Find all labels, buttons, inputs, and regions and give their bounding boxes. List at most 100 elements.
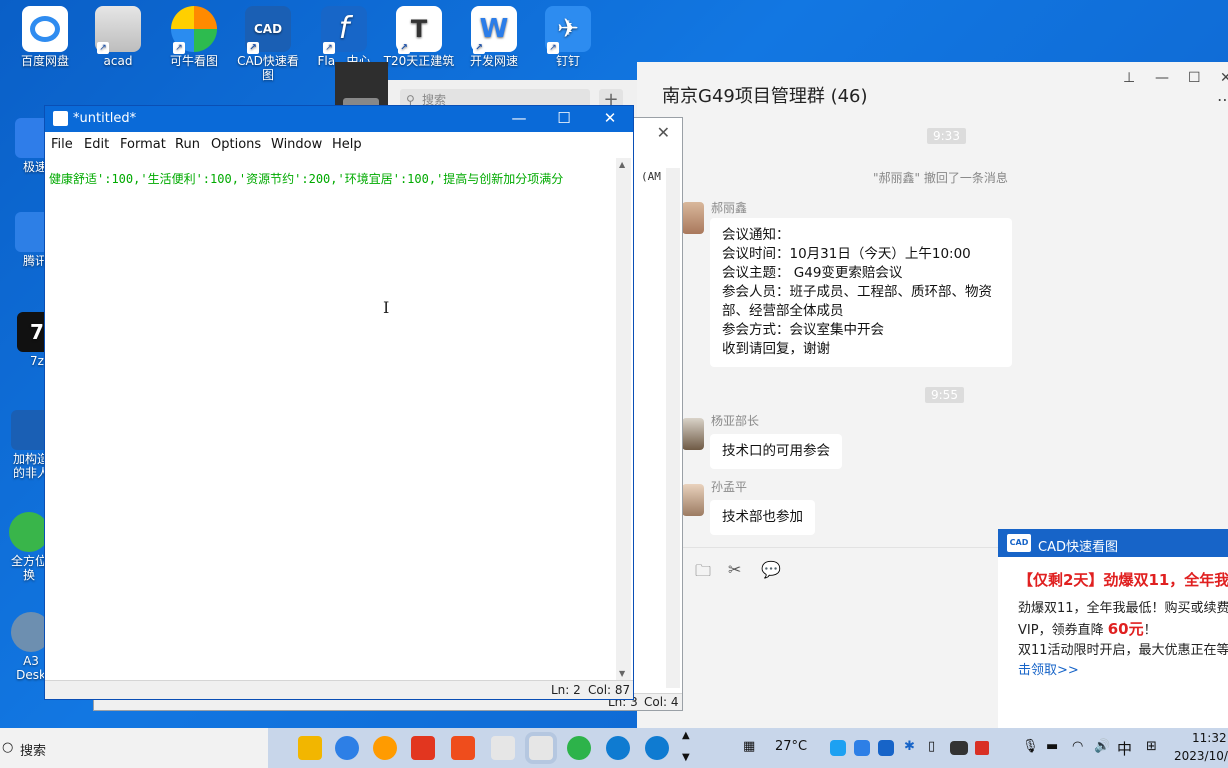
- edge-icon[interactable]: [606, 736, 630, 760]
- maximize-button[interactable]: ☐: [1188, 70, 1201, 86]
- menu-edit[interactable]: Edit: [84, 137, 109, 152]
- volume-icon[interactable]: 🔊: [1094, 739, 1110, 754]
- maximize-button[interactable]: ☐: [549, 109, 579, 127]
- weather-icon[interactable]: ▦: [743, 739, 755, 754]
- tray-app-icon[interactable]: [878, 740, 894, 756]
- scrollbar[interactable]: [666, 168, 680, 688]
- close-button[interactable]: ✕: [1220, 70, 1228, 86]
- usb-icon[interactable]: ▯: [928, 739, 935, 754]
- folder-icon[interactable]: 🗀: [695, 560, 711, 587]
- taskbar-search[interactable]: ○ 搜索: [0, 728, 268, 768]
- desktop-icon-acad[interactable]: ↗ acad: [82, 6, 154, 68]
- tray-app-icon[interactable]: [830, 740, 846, 756]
- taskbar-search-label: 搜索: [20, 744, 47, 759]
- close-icon[interactable]: ✕: [657, 123, 670, 142]
- scroll-up-icon[interactable]: ▲: [619, 160, 625, 169]
- pin-icon[interactable]: ⊥: [1123, 70, 1135, 86]
- code-editor[interactable]: 健康舒适':100,'生活便利':100,'资源节约':200,'环境宜居':1…: [45, 156, 617, 681]
- desktop-icon-word[interactable]: W ↗ 开发网速: [458, 6, 530, 68]
- desktop-icon-cad-viewer[interactable]: CAD ↗ CAD快速看 图: [232, 6, 304, 82]
- wifi-icon[interactable]: ◠: [1072, 739, 1083, 754]
- wps-icon[interactable]: [411, 736, 435, 760]
- record-icon[interactable]: [975, 741, 989, 755]
- code-text: (AM: [641, 170, 661, 183]
- message-bubble[interactable]: 技术部也参加: [710, 500, 815, 535]
- ime-indicator[interactable]: 中: [1117, 738, 1132, 759]
- search-icon: ○: [2, 740, 14, 755]
- clock-date[interactable]: 2023/10/: [1174, 749, 1228, 763]
- popup-line: VIP，领券直降 60元！: [1018, 619, 1228, 641]
- edge-icon[interactable]: [645, 736, 669, 760]
- t20-icon: T ↗: [396, 6, 442, 54]
- clock-time[interactable]: 11:32: [1192, 731, 1227, 745]
- popup-body: 劲爆双11，全年我最低！购买或续费 VIP，领券直降 60元！ 双11活动限时开…: [1018, 599, 1228, 681]
- file-explorer-icon[interactable]: [298, 736, 322, 760]
- popup-link[interactable]: 击领取>>: [1018, 661, 1228, 681]
- python-idle-icon[interactable]: [529, 736, 553, 760]
- message-line: 会议时间：10月31日（今天）上午10:00: [722, 246, 971, 262]
- minimize-button[interactable]: —: [1155, 70, 1169, 86]
- sogou-icon[interactable]: [451, 736, 475, 760]
- network-icon[interactable]: ▬: [1046, 739, 1058, 754]
- desktop-icon-dingtalk[interactable]: ✈ ↗ 钉钉: [532, 6, 604, 68]
- message-line: 收到请回复，谢谢: [722, 341, 830, 357]
- message-line: 参会人员：班子成员、工程部、质环部、物资: [722, 284, 992, 300]
- browser-icon[interactable]: [335, 736, 359, 760]
- weather-temp[interactable]: 27°C: [775, 739, 807, 754]
- pinwheel-icon: ↗: [171, 6, 217, 54]
- menu-help[interactable]: Help: [332, 137, 362, 152]
- avatar[interactable]: [682, 202, 704, 234]
- editor-window[interactable]: *untitled* — ☐ ✕ File Edit Format Run Op…: [44, 105, 634, 700]
- menu-run[interactable]: Run: [175, 137, 200, 152]
- dingtalk-icon: ✈ ↗: [545, 6, 591, 54]
- scroll-down-icon[interactable]: ▼: [619, 669, 625, 678]
- tray-cloud-icon[interactable]: [854, 740, 870, 756]
- desktop-icon-baidu-netdisk[interactable]: 百度网盘: [9, 6, 81, 68]
- timestamp: 9:55: [925, 387, 964, 403]
- minimize-button[interactable]: —: [504, 109, 534, 127]
- chat-title: 南京G49项目管理群 (46): [662, 86, 868, 107]
- microphone-icon[interactable]: 🎙: [1022, 739, 1039, 754]
- python-icon: [53, 111, 68, 126]
- search-tool-icon[interactable]: [373, 736, 397, 760]
- code-line: 健康舒适':100,'生活便利':100,'资源节约':200,'环境宜居':1…: [49, 172, 564, 186]
- cad-logo-icon: CAD: [1007, 534, 1031, 552]
- close-button[interactable]: ✕: [595, 109, 625, 127]
- ad-popup[interactable]: CAD CAD快速看图 【仅剩2天】劲爆双11，全年我 劲爆双11，全年我最低！…: [998, 529, 1228, 728]
- menu-options[interactable]: Options: [211, 137, 261, 152]
- desktop-icon-flash[interactable]: f ↗ Fla...中心: [308, 6, 380, 68]
- status-bar: Ln: 2 Col: 87: [45, 680, 633, 699]
- menu-format[interactable]: Format: [120, 137, 166, 152]
- scrollbar[interactable]: ▲ ▼: [616, 158, 631, 680]
- text-cursor-icon: I: [383, 298, 390, 317]
- popup-price: 60元: [1107, 620, 1144, 638]
- scroll-down-icon[interactable]: ▼: [682, 752, 690, 763]
- desktop-icon-t20[interactable]: T ↗ T20天正建筑: [383, 6, 455, 68]
- desktop-icon-keniu[interactable]: ↗ 可牛看图: [158, 6, 230, 68]
- popup-headline: 【仅剩2天】劲爆双11，全年我: [1018, 571, 1228, 589]
- message-bubble[interactable]: 技术口的可用参会: [710, 434, 842, 469]
- popup-text: VIP，领券直降: [1018, 623, 1108, 638]
- message-bubble[interactable]: 会议通知： 会议时间：10月31日（今天）上午10:00 会议主题： G49变更…: [710, 218, 1012, 367]
- word-icon: W ↗: [471, 6, 517, 54]
- file-icon: ↗: [95, 6, 141, 54]
- wechat-icon[interactable]: [567, 736, 591, 760]
- menu-window[interactable]: Window: [271, 137, 322, 152]
- bluetooth-icon[interactable]: ✱: [904, 739, 915, 754]
- message-line: 部、经营部全体成员: [722, 303, 844, 319]
- scroll-up-icon[interactable]: ▲: [682, 730, 690, 741]
- message-sender: 郝丽鑫: [711, 201, 748, 215]
- chat-bubble-icon[interactable]: 💬: [761, 560, 781, 579]
- desktop-icon-label: CAD快速看 图: [237, 54, 299, 82]
- avatar[interactable]: [682, 418, 704, 450]
- desktop-icon-label: 可牛看图: [169, 54, 218, 68]
- avatar[interactable]: [682, 484, 704, 516]
- keyboard-icon[interactable]: ⊞: [1146, 739, 1157, 754]
- chat-window: 南京G49项目管理群 (46) ⊥ — ☐ ✕ ⋯ 9:33 "郝丽鑫" 撤回了…: [637, 62, 1228, 547]
- menu-file[interactable]: File: [51, 137, 73, 152]
- editor-titlebar[interactable]: *untitled* — ☐ ✕: [45, 106, 633, 132]
- more-icon[interactable]: ⋯: [1217, 90, 1228, 109]
- tray-app-icon[interactable]: [950, 741, 968, 755]
- scissors-icon[interactable]: ✂: [728, 560, 741, 579]
- python-file-icon[interactable]: [491, 736, 515, 760]
